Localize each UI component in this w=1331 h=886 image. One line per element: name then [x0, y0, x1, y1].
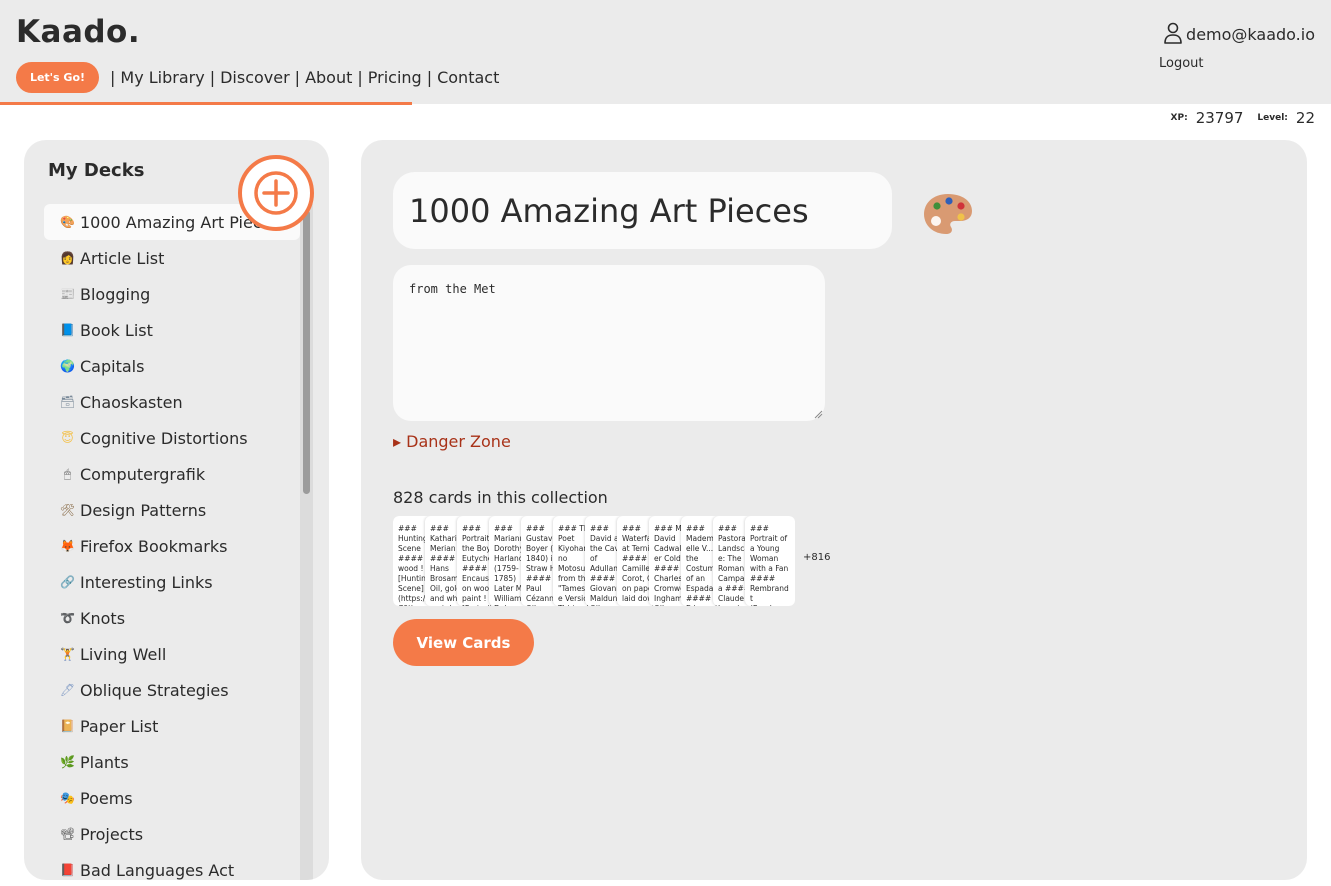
- palette-icon[interactable]: [922, 192, 974, 236]
- sidebar-deck-label: Book List: [80, 320, 153, 340]
- plus-icon: [254, 171, 298, 215]
- card-preview[interactable]: ### Portrait of a Young Woman with a Fan…: [745, 516, 795, 606]
- view-cards-button[interactable]: View Cards: [393, 619, 534, 666]
- sidebar-deck-label: Oblique Strategies: [80, 680, 229, 700]
- sidebar-scrollbar-thumb[interactable]: [303, 210, 310, 494]
- nav-separator: |: [110, 68, 116, 87]
- sidebar-deck-item[interactable]: 🔗 Interesting Links: [44, 564, 300, 600]
- newspaper-icon: 📰: [60, 287, 75, 301]
- sidebar-deck-label: Plants: [80, 752, 129, 772]
- resize-grip-icon[interactable]: [814, 410, 823, 419]
- fox-icon: 🦊: [60, 539, 75, 553]
- user-icon: [1164, 22, 1182, 44]
- logout-link[interactable]: Logout: [1159, 56, 1204, 71]
- sidebar-deck-label: Chaoskasten: [80, 392, 183, 412]
- nav-link-pricing[interactable]: Pricing: [368, 68, 422, 87]
- nav-separator: |: [209, 68, 216, 87]
- card-count: 828 cards in this collection: [393, 488, 608, 507]
- sidebar-deck-item[interactable]: 🖱 Computergrafik: [44, 456, 300, 492]
- level-value: 22: [1295, 109, 1315, 127]
- user-account[interactable]: demo@kaado.io: [1163, 22, 1315, 44]
- sidebar-deck-label: Computergrafik: [80, 464, 206, 484]
- deck-title-input[interactable]: 1000 Amazing Art Pieces: [393, 172, 892, 249]
- sidebar-deck-label: Article List: [80, 248, 165, 268]
- sidebar-title: My Decks: [48, 160, 145, 181]
- card-box-icon: 🗃: [59, 395, 76, 409]
- top-header: Kaado. Let's Go! | My Library | Discover…: [0, 0, 1331, 105]
- sidebar-deck-label: Living Well: [80, 644, 167, 664]
- sidebar-deck-item[interactable]: 📽 Projects: [44, 816, 300, 852]
- sidebar-deck-item[interactable]: 🌍 Capitals: [44, 348, 300, 384]
- sidebar-deck-label: Knots: [80, 608, 126, 628]
- sidebar-deck-item[interactable]: 📕 Bad Languages Act: [44, 852, 300, 880]
- sidebar-deck-item[interactable]: 🏋 Living Well: [44, 636, 300, 672]
- sidebar-deck-item[interactable]: 🦊 Firefox Bookmarks: [44, 528, 300, 564]
- sidebar-deck-item[interactable]: 🎭 Poems: [44, 780, 300, 816]
- knot-icon: ➰: [60, 611, 75, 625]
- sidebar-deck-item[interactable]: ➰ Knots: [44, 600, 300, 636]
- pen-icon: 🖊: [59, 683, 76, 697]
- deck-list: 🎨 1000 Amazing Art Pieces 👩 Article List 📰 Bl…: [44, 204, 300, 880]
- sidebar-deck-item[interactable]: 🖊 Oblique Strategies: [44, 672, 300, 708]
- nav-link-my-library[interactable]: My Library: [120, 68, 204, 87]
- deck-description-text: from the Met: [409, 282, 496, 296]
- decks-sidebar: My Decks 🎨 1000 Amazing Art Pieces 👩 Articl…: [24, 140, 329, 880]
- danger-zone-toggle[interactable]: ▸ Danger Zone: [393, 432, 511, 451]
- sidebar-deck-item[interactable]: 😇 Cognitive Distortions: [44, 420, 300, 456]
- weightlifter-icon: 🏋: [60, 647, 75, 661]
- danger-zone-label: Danger Zone: [406, 432, 511, 451]
- sidebar-deck-label: Design Patterns: [80, 500, 207, 520]
- leaf-icon: 🌿: [60, 755, 75, 769]
- card-preview-strip[interactable]: ### Hunting Scene #### on wood ![Hunting…: [393, 516, 795, 606]
- nav-link-discover[interactable]: Discover: [220, 68, 290, 87]
- smile-halo-icon: 😇: [61, 431, 74, 445]
- sidebar-deck-item[interactable]: 🌿 Plants: [44, 744, 300, 780]
- user-email: demo@kaado.io: [1186, 25, 1315, 44]
- sidebar-deck-item[interactable]: 📰 Blogging: [44, 276, 300, 312]
- mouse-icon: 🖱: [63, 466, 72, 481]
- sidebar-deck-item[interactable]: 🛠 Design Patterns: [44, 492, 300, 528]
- sidebar-deck-label: Poems: [80, 788, 133, 808]
- theater-masks-icon: 🎭: [60, 791, 75, 805]
- level-label: Level:: [1257, 113, 1288, 123]
- blue-book-icon: 📘: [60, 323, 75, 337]
- deck-detail-panel: 1000 Amazing Art Pieces from the Met ▸ D…: [361, 140, 1307, 880]
- nav-link-contact[interactable]: Contact: [437, 68, 499, 87]
- sidebar-deck-label: Cognitive Distortions: [80, 428, 248, 448]
- nav-separator: |: [357, 68, 363, 87]
- sidebar-deck-label: Paper List: [80, 716, 159, 736]
- sidebar-deck-item[interactable]: 📘 Book List: [44, 312, 300, 348]
- sidebar-deck-label: Firefox Bookmarks: [80, 536, 228, 556]
- projector-icon: 📽: [59, 827, 76, 841]
- notebook-icon: 📔: [60, 719, 75, 733]
- disclosure-triangle-icon: ▸: [393, 432, 402, 451]
- sidebar-deck-label: Blogging: [80, 284, 151, 304]
- globe-icon: 🌍: [60, 359, 75, 373]
- sidebar-deck-label: Projects: [80, 824, 144, 844]
- more-cards-count: +816: [803, 552, 831, 563]
- palette-icon: 🎨: [60, 215, 75, 229]
- main-nav: Let's Go! | My Library | Discover | Abou…: [16, 62, 499, 93]
- add-deck-button[interactable]: [238, 155, 314, 231]
- lets-go-button[interactable]: Let's Go!: [16, 62, 99, 93]
- reader-icon: 👩: [60, 251, 75, 265]
- xp-value: 23797: [1195, 109, 1244, 127]
- sidebar-deck-item[interactable]: 🗃 Chaoskasten: [44, 384, 300, 420]
- header-progress-line: [0, 102, 412, 105]
- sidebar-deck-item[interactable]: 📔 Paper List: [44, 708, 300, 744]
- app-logo[interactable]: Kaado.: [16, 14, 140, 50]
- red-book-icon: 📕: [60, 863, 75, 877]
- deck-description-textarea[interactable]: from the Met: [393, 265, 825, 421]
- nav-link-about[interactable]: About: [305, 68, 352, 87]
- xp-label: XP:: [1170, 113, 1188, 123]
- nav-separator: |: [294, 68, 301, 87]
- sidebar-deck-label: Capitals: [80, 356, 145, 376]
- nav-separator: |: [426, 68, 433, 87]
- xp-level-stats: XP: 23797 Level: 22: [1171, 109, 1315, 127]
- sidebar-deck-label: Bad Languages Act: [80, 860, 235, 880]
- sidebar-deck-item[interactable]: 👩 Article List: [44, 240, 300, 276]
- link-icon: 🔗: [60, 575, 75, 589]
- tools-icon: 🛠: [59, 503, 76, 517]
- sidebar-deck-label: Interesting Links: [80, 572, 213, 592]
